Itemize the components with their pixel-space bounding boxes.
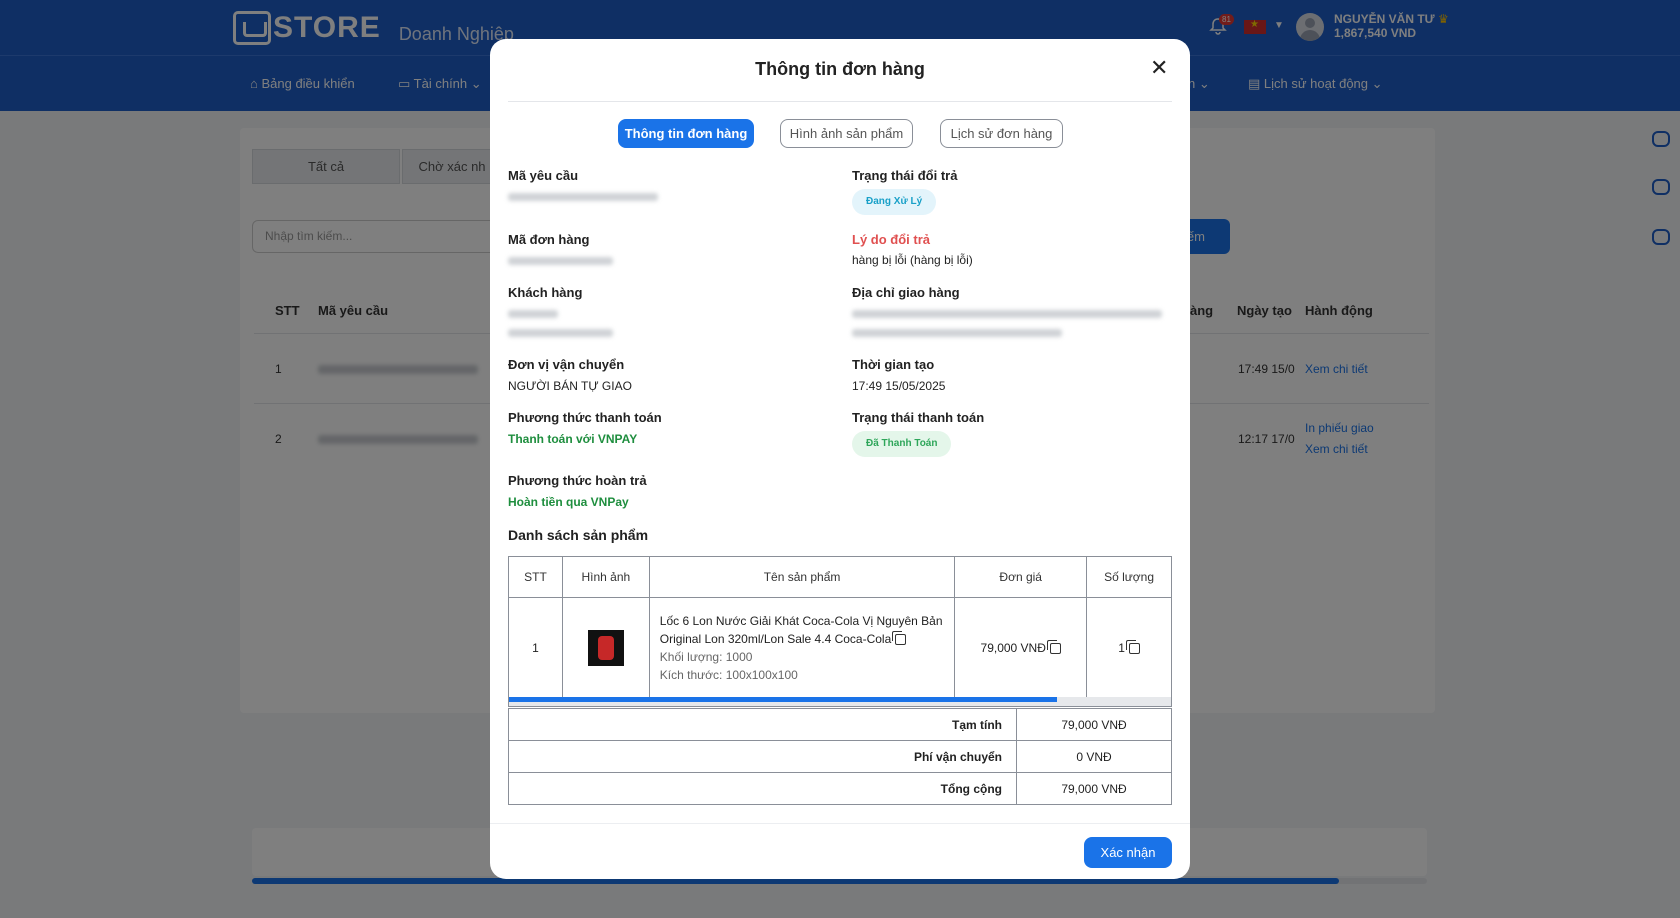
request-code-value [508, 193, 658, 201]
return-reason-label: Lý do đổi trả [852, 232, 930, 247]
customer-name-value [508, 310, 558, 318]
order-info-modal: Thông tin đơn hàng ✕ Thông tin đơn hàng … [490, 39, 1190, 879]
payment-method-value: Thanh toán với VNPAY [508, 432, 638, 446]
total-label: Tổng cộng [508, 772, 1017, 805]
created-value: 17:49 15/05/2025 [852, 379, 946, 393]
product-qty: 1 [1118, 640, 1125, 655]
refund-method-label: Phương thức hoàn trả [508, 473, 647, 488]
order-code-label: Mã đơn hàng [508, 232, 590, 247]
close-icon[interactable]: ✕ [1150, 57, 1168, 79]
shipping-value: 0 VNĐ [1016, 740, 1172, 773]
table-row: 1 Lốc 6 Lon Nước Giải Khát Coca-Cola Vị … [508, 597, 1172, 698]
product-name-cell: Lốc 6 Lon Nước Giải Khát Coca-Cola Vị Ng… [648, 597, 956, 698]
return-status-label: Trạng thái đổi trả [852, 168, 958, 183]
status-badge: Đang Xử Lý [852, 189, 937, 215]
th-image: Hình ảnh [561, 556, 650, 598]
th-product-name: Tên sản phẩm [648, 556, 956, 598]
status-badge: Đã Thanh Toán [852, 431, 952, 457]
created-label: Thời gian tạo [852, 357, 935, 372]
copy-icon[interactable] [1046, 639, 1061, 654]
tab-order-history[interactable]: Lịch sử đơn hàng [940, 119, 1063, 148]
request-code-label: Mã yêu cầu [508, 168, 579, 183]
th-unit-price: Đơn giá [954, 556, 1088, 598]
total-value: 79,000 VNĐ [1016, 772, 1172, 805]
th-stt: STT [508, 556, 563, 598]
copy-icon[interactable] [892, 630, 907, 645]
product-weight: Khối lượng: 1000 [659, 649, 753, 664]
confirm-button[interactable]: Xác nhận [1084, 837, 1172, 868]
modal-title: Thông tin đơn hàng [755, 59, 925, 79]
tab-order-info[interactable]: Thông tin đơn hàng [618, 119, 754, 148]
carrier-value: NGƯỜI BÁN TỰ GIAO [508, 379, 632, 393]
product-price-cell: 79,000 VNĐ [954, 597, 1088, 698]
payment-status-label: Trạng thái thanh toán [852, 410, 985, 425]
products-table: STT Hình ảnh Tên sản phẩm Đơn giá Số lượ… [508, 556, 1172, 698]
order-code-value [508, 257, 613, 265]
subtotal-label: Tạm tính [508, 708, 1017, 741]
refund-method-value: Hoàn tiền qua VNPay [508, 495, 629, 509]
customer-label: Khách hàng [508, 285, 583, 300]
tab-product-images[interactable]: Hình ảnh sản phẩm [780, 119, 913, 148]
totals-table: Tạm tính 79,000 VNĐ Phí vận chuyển 0 VNĐ… [508, 708, 1172, 805]
product-image[interactable] [587, 629, 624, 666]
th-quantity: Số lượng [1086, 556, 1172, 598]
customer-email-value [508, 329, 613, 337]
products-title: Danh sách sản phẩm [508, 527, 649, 543]
address-value-line2 [852, 329, 1062, 337]
product-size: Kích thước: 100x100x100 [659, 667, 798, 682]
return-reason-value: hàng bị lỗi (hàng bị lỗi) [852, 253, 973, 267]
product-image-cell [561, 597, 650, 698]
copy-icon[interactable] [1125, 639, 1140, 654]
address-label: Địa chỉ giao hàng [852, 285, 960, 300]
carrier-label: Đơn vị vận chuyển [508, 357, 625, 372]
table-scrollbar[interactable] [508, 697, 1172, 707]
divider [508, 101, 1172, 102]
product-qty-cell: 1 [1086, 597, 1172, 698]
payment-method-label: Phương thức thanh toán [508, 410, 662, 425]
subtotal-value: 79,000 VNĐ [1016, 708, 1172, 741]
product-stt: 1 [508, 597, 563, 698]
shipping-label: Phí vận chuyển [508, 740, 1017, 773]
divider [490, 823, 1190, 824]
address-value [852, 310, 1162, 318]
product-price: 79,000 VNĐ [980, 640, 1046, 655]
